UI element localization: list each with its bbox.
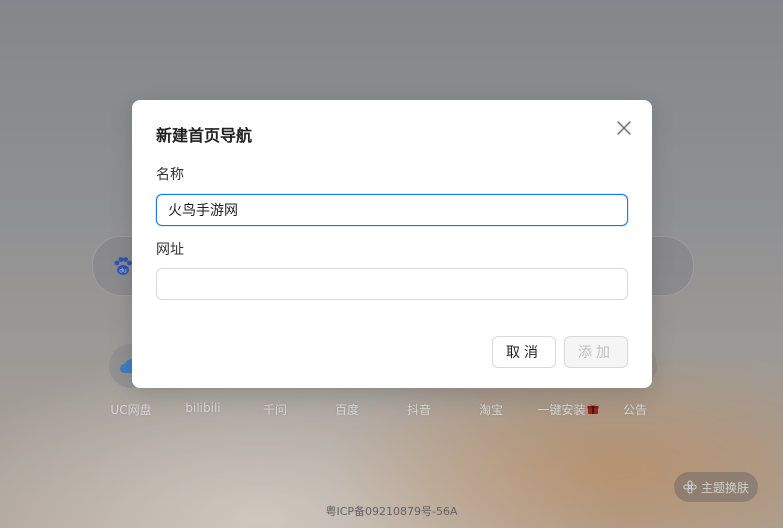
close-icon	[617, 121, 631, 135]
name-label: 名称	[156, 167, 184, 183]
add-button[interactable]: 添加	[564, 336, 628, 368]
name-input[interactable]	[156, 194, 628, 226]
new-nav-dialog: 新建首页导航 名称 网址 取消 添加	[132, 100, 652, 388]
url-label: 网址	[156, 242, 184, 258]
cancel-button[interactable]: 取消	[492, 336, 556, 368]
url-input[interactable]	[156, 268, 628, 300]
dialog-title: 新建首页导航	[156, 126, 253, 145]
close-button[interactable]	[614, 118, 634, 138]
